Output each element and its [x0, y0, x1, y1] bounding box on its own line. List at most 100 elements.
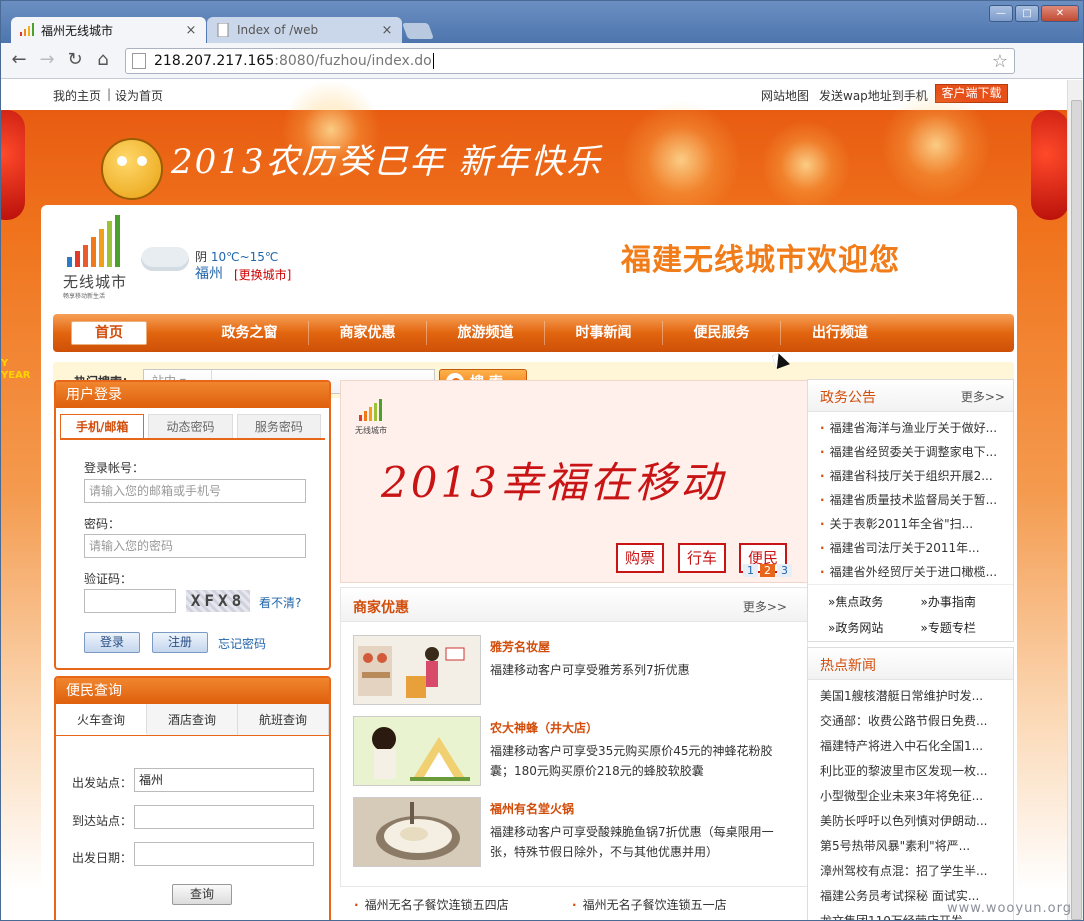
- text-caret: [432, 53, 434, 69]
- deal-item[interactable]: 农大神蜂（井大店） 福建移动客户可享受35元购买原价45元的神蜂花粉胶囊；180…: [353, 716, 803, 788]
- tab-title: 福州无线城市: [41, 23, 114, 38]
- tab-strip: 福州无线城市 × Index of /web × — □ ✕: [1, 1, 1083, 43]
- gov-notice-item[interactable]: · 福建省质量技术监督局关于暂...: [820, 488, 1013, 512]
- nav-services[interactable]: 便民服务: [663, 321, 781, 345]
- reload-icon[interactable]: ↻: [63, 49, 87, 73]
- promo-drive-button[interactable]: 行车: [678, 543, 726, 573]
- account-input[interactable]: 请输入您的邮箱或手机号: [84, 479, 306, 503]
- deal-image-honey[interactable]: [353, 716, 481, 786]
- gov-notice-item[interactable]: · 福建省外经贸厅关于进口橄榄...: [820, 560, 1013, 584]
- page-scrollbar[interactable]: [1067, 80, 1083, 920]
- minimize-button[interactable]: —: [989, 5, 1013, 22]
- nav-transport[interactable]: 出行频道: [781, 321, 899, 345]
- nav-news[interactable]: 时事新闻: [545, 321, 663, 345]
- gov-notice-item[interactable]: · 福建省科技厅关于组织开展2...: [820, 464, 1013, 488]
- deal-item[interactable]: 福州有名堂火锅 福建移动客户可享受酸辣脆鱼锅7折优惠（每桌限用一张，特殊节假日除…: [353, 797, 803, 869]
- login-button[interactable]: 登录: [84, 632, 140, 653]
- register-button[interactable]: 注册: [152, 632, 208, 653]
- gov-notice-item[interactable]: · 福建省经贸委关于调整家电下...: [820, 440, 1013, 464]
- change-city-link[interactable]: [更换城市]: [234, 266, 291, 283]
- deals-more-link[interactable]: 更多>>: [743, 598, 787, 615]
- maximize-button[interactable]: □: [1015, 5, 1039, 22]
- gov-notice-more-link[interactable]: 更多>>: [961, 388, 1005, 405]
- home-icon[interactable]: ⌂: [91, 49, 115, 73]
- tab-close-icon[interactable]: ×: [184, 23, 198, 38]
- hot-news-item[interactable]: 小型微型企业未来3年将免征...: [820, 784, 1013, 809]
- back-arrow-icon[interactable]: ←: [7, 49, 31, 73]
- nav-home[interactable]: 首页: [71, 321, 147, 345]
- hot-news-item[interactable]: 第5号热带风暴"素利"将严...: [820, 834, 1013, 859]
- to-station-label: 到达站点：: [72, 814, 133, 828]
- sitemap-link[interactable]: 网站地图: [761, 87, 809, 104]
- set-home-link[interactable]: 设为首页: [115, 87, 163, 104]
- promo-title: 2013幸福在移动: [381, 458, 725, 507]
- my-home-link[interactable]: 我的主页: [53, 87, 101, 104]
- hot-news-item[interactable]: 美国1艘核潜艇日常维护时发...: [820, 684, 1013, 709]
- captcha-image[interactable]: XFX8: [186, 590, 250, 612]
- tab-close-icon[interactable]: ×: [380, 23, 394, 38]
- gov-notice-item[interactable]: · 福建省司法厅关于2011年...: [820, 536, 1013, 560]
- promo-ticket-button[interactable]: 购票: [616, 543, 664, 573]
- deal-item[interactable]: 雅芳名妆屋 福建移动客户可享受雅芳系列7折优惠: [353, 635, 803, 707]
- special-topics-link[interactable]: »专题专栏: [921, 615, 1014, 641]
- hot-news-item[interactable]: 漳州驾校有点混：招了学生半...: [820, 859, 1013, 884]
- forgot-password-link[interactable]: 忘记密码: [218, 635, 266, 652]
- deal-name[interactable]: 福州有名堂火锅: [490, 800, 574, 817]
- deal-image-cosmetics[interactable]: [353, 635, 481, 705]
- focus-gov-link[interactable]: »焦点政务: [828, 589, 921, 615]
- tab-phone-email[interactable]: 手机/邮箱: [60, 414, 145, 438]
- promo-carousel[interactable]: 无线城市 2013幸福在移动 购票 行车 便民 1 2 3: [340, 380, 808, 583]
- query-submit-button[interactable]: 查询: [172, 884, 232, 905]
- lantern-icon: [1031, 110, 1067, 220]
- welcome-slogan: 福建无线城市欢迎您: [621, 243, 900, 278]
- hot-news-item[interactable]: 交通部：收费公路节假日免费...: [820, 709, 1013, 734]
- service-guide-link[interactable]: »办事指南: [921, 589, 1014, 615]
- forward-arrow-icon[interactable]: →: [35, 49, 59, 73]
- hot-news-item[interactable]: 福建特产将进入中石化全国1...: [820, 734, 1013, 759]
- tab-hotel-query[interactable]: 酒店查询: [147, 704, 238, 735]
- deal-footer-link[interactable]: · 福州无名子餐饮连锁五一店: [572, 896, 727, 913]
- browser-tab-fuzhou[interactable]: 福州无线城市 ×: [11, 17, 206, 43]
- gov-notice-item[interactable]: · 关于表彰2011年全省"扫...: [820, 512, 1013, 536]
- nav-government[interactable]: 政务之窗: [191, 321, 309, 345]
- address-bar[interactable]: 218.207.217.165:8080/fuzhou/index.do ☆: [125, 48, 1015, 74]
- browser-tab-index[interactable]: Index of /web ×: [207, 17, 402, 43]
- tab-flight-query[interactable]: 航班查询: [238, 704, 329, 735]
- carousel-page-1[interactable]: 1: [743, 564, 758, 577]
- tab-dynamic-password[interactable]: 动态密码: [148, 414, 233, 438]
- deal-name[interactable]: 雅芳名妆屋: [490, 638, 550, 655]
- deal-footer-text: 福州无名子餐饮连锁五一店: [582, 898, 727, 912]
- carousel-page-3[interactable]: 3: [777, 564, 792, 577]
- new-tab-button[interactable]: [402, 23, 434, 39]
- departure-date-input[interactable]: [134, 842, 314, 866]
- deal-description: 福建移动客户可享受雅芳系列7折优惠: [490, 663, 690, 677]
- from-station-input[interactable]: 福州: [134, 768, 314, 792]
- captcha-input[interactable]: [84, 589, 176, 613]
- deal-image-hotpot[interactable]: [353, 797, 481, 867]
- bookmark-star-icon[interactable]: ☆: [992, 51, 1008, 72]
- hot-news-item[interactable]: 利比亚的黎波里市区发现一枚...: [820, 759, 1013, 784]
- gov-sites-link[interactable]: »政务网站: [828, 615, 921, 641]
- gov-notice-panel: 政务公告 更多>> · 福建省海洋与渔业厅关于做好... · 福建省经贸委关于调整家…: [807, 379, 1014, 642]
- password-input[interactable]: 请输入您的密码: [84, 534, 306, 558]
- carousel-pager: 1 2 3: [743, 564, 792, 577]
- gov-notice-item[interactable]: · 福建省海洋与渔业厅关于做好...: [820, 416, 1013, 440]
- tab-train-query[interactable]: 火车查询: [56, 704, 147, 735]
- hot-news-item[interactable]: 美防长呼吁以色列慎对伊朗动...: [820, 809, 1013, 834]
- login-panel: 用户登录 手机/邮箱 动态密码 服务密码 登录帐号： 请输入您的邮箱或手机号 密…: [54, 380, 331, 670]
- url-path: :8080/fuzhou/index.do: [274, 53, 432, 69]
- close-window-button[interactable]: ✕: [1041, 5, 1079, 22]
- deal-footer-link[interactable]: · 福州无名子餐饮连锁五四店: [354, 896, 509, 913]
- carousel-page-2[interactable]: 2: [760, 564, 775, 577]
- scrollbar-thumb[interactable]: [1071, 100, 1082, 920]
- tab-service-password[interactable]: 服务密码: [236, 414, 321, 438]
- url-host: 218.207.217.165: [154, 53, 275, 69]
- site-logo[interactable]: 无线城市 畅享移动新生活: [63, 215, 135, 300]
- browser-toolbar: ← → ↻ ⌂ 218.207.217.165:8080/fuzhou/inde…: [1, 43, 1083, 107]
- deal-name[interactable]: 农大神蜂（井大店）: [490, 719, 598, 736]
- nav-travel[interactable]: 旅游频道: [427, 321, 545, 345]
- refresh-captcha-link[interactable]: 看不清?: [259, 594, 301, 611]
- nav-merchant-deals[interactable]: 商家优惠: [309, 321, 427, 345]
- topbar-separator: |: [107, 87, 112, 101]
- to-station-input[interactable]: [134, 805, 314, 829]
